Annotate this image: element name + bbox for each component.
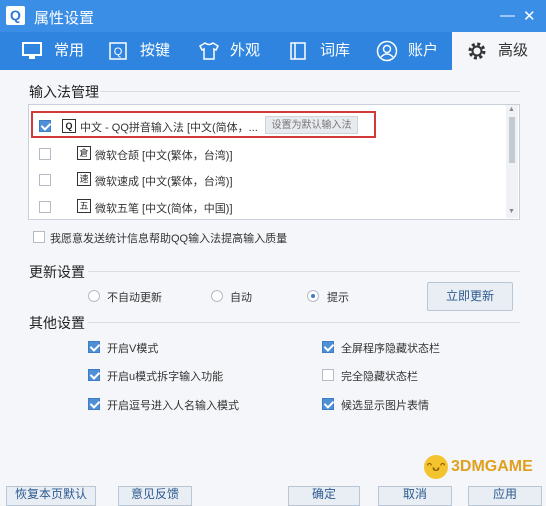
tab-advanced[interactable]: 高级 bbox=[452, 32, 546, 70]
ime-checkbox[interactable] bbox=[39, 148, 51, 160]
tab-label: 账户 bbox=[408, 42, 439, 59]
v-mode-checkbox[interactable] bbox=[88, 341, 100, 353]
tab-label: 外观 bbox=[230, 42, 261, 59]
list-item[interactable]: 倉 微软仓颉 [中文(繁体，台湾)] bbox=[29, 141, 507, 167]
radio-prompt[interactable] bbox=[307, 290, 319, 302]
tab-label: 常用 bbox=[54, 42, 85, 59]
qq-logo-icon: Q bbox=[6, 6, 25, 25]
title-bar: Q 属性设置 — ✕ bbox=[0, 0, 546, 32]
q-key-icon: Q bbox=[109, 42, 127, 60]
scroll-down-icon[interactable]: ▼ bbox=[508, 208, 515, 215]
tab-dictionary[interactable]: 词库 bbox=[288, 32, 358, 70]
book-icon bbox=[290, 42, 306, 60]
scrollbar-thumb[interactable] bbox=[509, 117, 515, 163]
ime-checkbox[interactable] bbox=[39, 174, 51, 186]
svg-text:Q: Q bbox=[114, 46, 123, 58]
option-label: 开启逗号进入人名输入模式 bbox=[107, 400, 239, 412]
update-section-title: 更新设置 bbox=[29, 264, 85, 280]
section-divider bbox=[88, 271, 520, 272]
tab-label: 词库 bbox=[320, 42, 351, 59]
ime-name: 微软仓颉 [中文(繁体，台湾)] bbox=[95, 150, 233, 162]
update-now-button[interactable]: 立即更新 bbox=[427, 282, 513, 311]
list-item[interactable]: 速 微软速成 [中文(繁体，台湾)] bbox=[29, 167, 507, 193]
tab-keys[interactable]: Q 按键 bbox=[108, 32, 178, 70]
image-emoji-checkbox[interactable] bbox=[322, 398, 334, 410]
radio-label: 不自动更新 bbox=[107, 292, 162, 304]
ime-name: 微软速成 [中文(繁体，台湾)] bbox=[95, 176, 233, 188]
u-mode-checkbox[interactable] bbox=[88, 369, 100, 381]
hide-statusbar-checkbox[interactable] bbox=[322, 369, 334, 381]
user-icon bbox=[376, 40, 398, 62]
shirt-icon bbox=[199, 42, 219, 60]
stats-label: 我愿意发送统计信息帮助QQ输入法提高输入质量 bbox=[50, 233, 288, 245]
option-label: 全屏程序隐藏状态栏 bbox=[341, 343, 440, 355]
gear-icon bbox=[468, 42, 486, 60]
fullscreen-hide-statusbar-checkbox[interactable] bbox=[322, 341, 334, 353]
apply-button[interactable]: 应用 bbox=[468, 486, 542, 506]
radio-label: 自动 bbox=[230, 292, 252, 304]
radio-auto[interactable] bbox=[211, 290, 223, 302]
monitor-icon bbox=[22, 42, 42, 59]
watermark-text: 3DMGAME bbox=[451, 458, 533, 476]
radio-no-update[interactable] bbox=[88, 290, 100, 302]
option-label: 开启V模式 bbox=[107, 343, 159, 355]
highlight-box bbox=[31, 111, 376, 138]
tab-account[interactable]: 账户 bbox=[376, 32, 446, 70]
list-item[interactable]: 五 微软五笔 [中文(简体，中国)] bbox=[29, 194, 507, 220]
minimize-icon[interactable]: — bbox=[500, 7, 515, 24]
section-divider bbox=[88, 322, 520, 323]
tab-bar: 常用 Q 按键 外观 词库 账户 高级 bbox=[0, 32, 546, 70]
tab-general[interactable]: 常用 bbox=[22, 32, 92, 70]
tab-label: 高级 bbox=[498, 42, 529, 59]
section-divider bbox=[100, 91, 520, 92]
stats-checkbox[interactable] bbox=[33, 231, 45, 243]
scroll-up-icon[interactable]: ▲ bbox=[508, 106, 515, 113]
quick-icon: 速 bbox=[77, 172, 91, 186]
option-label: 完全隐藏状态栏 bbox=[341, 371, 418, 383]
cancel-button[interactable]: 取消 bbox=[378, 486, 452, 506]
window-title: 属性设置 bbox=[34, 10, 95, 27]
close-icon[interactable]: ✕ bbox=[523, 7, 536, 25]
ime-section-title: 输入法管理 bbox=[29, 84, 99, 100]
feedback-button[interactable]: 意见反馈 bbox=[118, 486, 192, 506]
ime-name: 微软五笔 [中文(简体，中国)] bbox=[95, 203, 233, 215]
ok-button[interactable]: 确定 bbox=[288, 486, 360, 506]
tab-appearance[interactable]: 外观 bbox=[198, 32, 268, 70]
radio-label: 提示 bbox=[327, 292, 349, 304]
comma-name-mode-checkbox[interactable] bbox=[88, 398, 100, 410]
wubi-icon: 五 bbox=[77, 199, 91, 213]
restore-defaults-button[interactable]: 恢复本页默认 bbox=[6, 486, 96, 506]
tab-label: 按键 bbox=[140, 42, 171, 59]
option-label: 开启u模式拆字输入功能 bbox=[107, 371, 224, 383]
ime-checkbox[interactable] bbox=[39, 201, 51, 213]
other-section-title: 其他设置 bbox=[29, 315, 85, 331]
watermark-logo: ᵔᴗᵔ 3DMGAME bbox=[424, 455, 533, 479]
cangjie-icon: 倉 bbox=[77, 146, 91, 160]
smile-icon: ᵔᴗᵔ bbox=[424, 455, 448, 479]
option-label: 候选显示图片表情 bbox=[341, 400, 429, 412]
ime-list-scrollbar[interactable]: ▲ ▼ bbox=[506, 105, 518, 218]
